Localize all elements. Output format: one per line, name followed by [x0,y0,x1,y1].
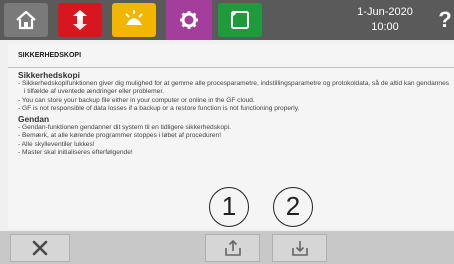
tab-home[interactable] [4,3,48,37]
tab-sun[interactable] [112,3,156,37]
cancel-button[interactable] [10,234,70,262]
bottom-toolbar [0,231,454,264]
backup-heading: Sikkerhedskopi [18,70,80,80]
callout-1: 1 [209,187,249,227]
backup-list: - Sikkerhedskopifunktionen giver dig mul… [18,80,450,114]
callout-2: 2 [273,187,313,227]
restore-button[interactable] [272,234,327,262]
upload-icon [224,239,241,256]
list-item: - Bemærk, at alle kørende programmer sto… [18,132,222,140]
square-icon [231,11,249,29]
tab-transfer[interactable] [58,3,102,37]
list-item: - GF is not responsible of data losses i… [18,105,300,113]
list-item: - Master skal initialiseres efterfølgend… [18,149,133,157]
time-text: 10:00 [371,21,399,33]
date-time-display: 1-Jun-2020 10:00 [340,5,430,35]
top-bar: 1-Jun-2020 10:00 ? [0,0,454,40]
restore-list: - Gendan-funktionen gendanner dit system… [18,124,450,158]
download-icon [291,241,308,256]
backup-button[interactable] [205,234,260,262]
list-item: - Alle skylleventiler lukkes! [18,140,95,148]
list-item: - Gendan-funktionen gendanner dit system… [18,123,231,131]
close-icon [32,240,48,256]
restore-heading: Gendan [18,113,50,124]
help-button[interactable]: ? [436,6,454,34]
date-text: 1-Jun-2020 [357,6,413,18]
transfer-arrows-icon [73,10,87,30]
sun-icon [125,10,143,25]
info-text: Sikkerhedskopi - Sikkerhedskopifunktione… [18,70,450,158]
home-icon [16,10,36,30]
gear-icon [180,11,198,29]
page-title: SIKKERHEDSKOPI [8,44,454,68]
tab-settings[interactable] [166,0,212,40]
list-item: - Sikkerhedskopifunktionen giver dig mul… [18,79,450,96]
tab-square[interactable] [218,3,262,37]
backup-screen: 1-Jun-2020 10:00 ? SIKKERHEDSKOPI Sikker… [0,0,454,264]
list-item: - You can store your backup file either … [18,96,255,104]
